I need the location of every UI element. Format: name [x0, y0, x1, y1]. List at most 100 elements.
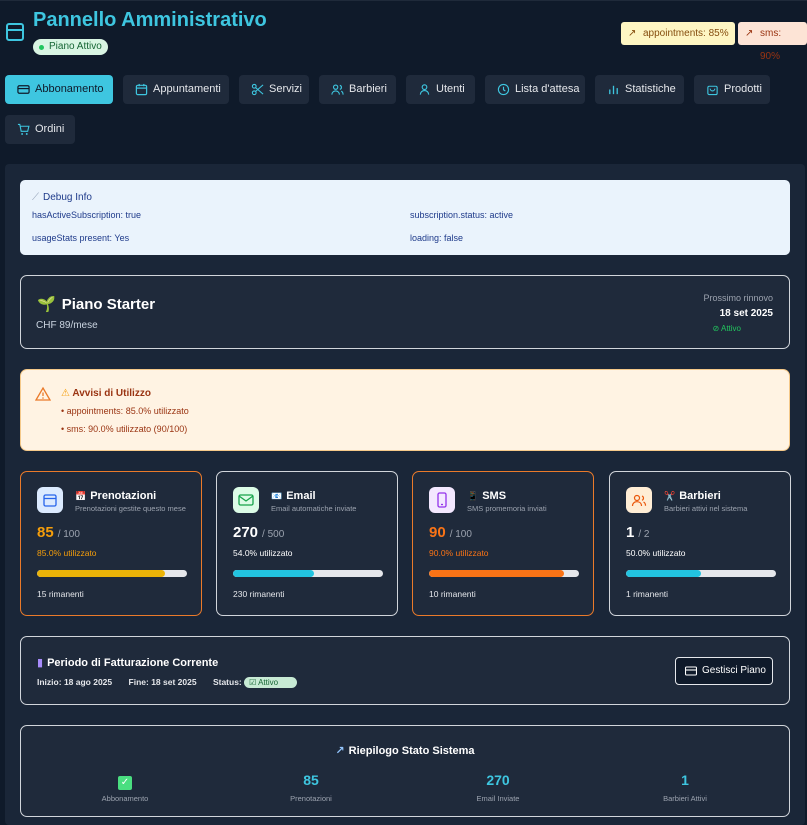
summary-title: ↗ Riepilogo Stato Sistema — [335, 745, 475, 757]
calendar-icon — [37, 487, 63, 513]
plan-status-badge: Piano Attivo — [33, 39, 108, 55]
calendar-icon — [135, 83, 148, 96]
usage-percent: 85.0% utilizzato — [37, 548, 97, 558]
cart-icon — [17, 123, 30, 135]
usage-progress-bar — [37, 570, 187, 577]
usage-card-email: 📧 Email Email automatiche inviate 270/ 50… — [216, 471, 398, 616]
phone-emoji-icon: 📱 — [467, 491, 479, 501]
usage-subtitle: Email automatiche inviate — [271, 504, 357, 513]
users-icon — [331, 84, 344, 95]
sprout-icon: 🌱 — [37, 296, 56, 313]
email-emoji-icon: 📧 — [271, 491, 283, 501]
usage-progress-fill — [626, 570, 701, 577]
usage-subtitle: Prenotazioni gestite questo mese — [75, 504, 186, 513]
tab-statistiche[interactable]: Statistiche — [595, 75, 684, 104]
header: Pannello Amministrativo Piano Attivo ↗ a… — [0, 0, 807, 62]
chart-emoji-icon: ▮ — [37, 657, 44, 669]
card-icon — [685, 666, 697, 676]
debug-item: subscription.status: active — [410, 210, 514, 220]
usage-title: 📅 Prenotazioni — [75, 490, 157, 502]
usage-percent: 90.0% utilizzato — [429, 548, 489, 558]
usage-value: 85/ 100 — [37, 524, 80, 541]
trending-up-icon: ↗ — [628, 28, 637, 39]
usage-subtitle: SMS promemoria inviati — [467, 504, 547, 513]
usage-remaining: 230 rimanenti — [233, 589, 285, 599]
tab-label: Lista d'attesa — [515, 83, 580, 95]
alert-line: • appointments: 85.0% utilizzato — [61, 406, 189, 416]
usage-card-sms: 📱 SMS SMS promemoria inviati 90/ 100 90.0… — [412, 471, 594, 616]
usage-remaining: 10 rimanenti — [429, 589, 476, 599]
tab-label: Abbonamento — [35, 83, 104, 95]
tab-label: Statistiche — [625, 83, 676, 95]
billing-title: ▮ Periodo di Fatturazione Corrente — [37, 657, 219, 669]
calendar-emoji-icon: 📅 — [75, 491, 87, 501]
debug-item: usageStats present: Yes — [32, 233, 130, 243]
tab-prodotti[interactable]: Prodotti — [694, 75, 770, 104]
tab-label: Barbieri — [349, 83, 387, 95]
alert-title: ⚠ Avvisi di Utilizzo — [61, 388, 151, 399]
appointments-warning-pill: ↗ appointments: 85% — [621, 22, 735, 45]
summary-item-prenotazioni: 85 Prenotazioni — [290, 772, 332, 803]
plan-price: CHF 89/mese — [36, 320, 98, 331]
usage-title: ✂️ Barbieri — [664, 490, 721, 502]
debug-item: hasActiveSubscription: true — [32, 210, 142, 220]
renewal-label: Prossimo rinnovo — [703, 293, 773, 303]
billing-status-badge: ☑ Attivo — [244, 677, 298, 688]
usage-subtitle: Barbieri attivi nel sistema — [664, 504, 748, 513]
usage-progress-fill — [37, 570, 165, 577]
usage-value: 90/ 100 — [429, 524, 472, 541]
debug-info-box: ⟋ Debug Info hasActiveSubscription: true … — [20, 180, 790, 255]
warning-icon — [35, 386, 51, 401]
alert-line: • sms: 90.0% utilizzato (90/100) — [61, 424, 188, 434]
scissors-emoji-icon: ✂️ — [664, 491, 676, 501]
plan-card: 🌱 Piano Starter CHF 89/mese Prossimo rinn… — [20, 275, 790, 349]
mail-icon — [233, 487, 259, 513]
trend-chart-icon: ↗ — [335, 745, 345, 757]
tab-label: Servizi — [269, 83, 303, 95]
usage-progress-fill — [429, 570, 564, 577]
check-icon: ✓ — [118, 776, 132, 790]
user-icon — [419, 84, 430, 95]
tab-abbonamento[interactable]: Abbonamento — [5, 75, 113, 104]
trending-up-icon: ↗ — [745, 28, 754, 39]
summary-item-abbonamento: ✓ Abbonamento — [101, 776, 149, 803]
usage-title: 📧 Email — [271, 490, 316, 502]
usage-card-prenotazioni: 📅 Prenotazioni Prenotazioni gestite quest… — [20, 471, 202, 616]
tab-barbieri[interactable]: Barbieri — [319, 75, 396, 104]
tab-utenti[interactable]: Utenti — [406, 75, 475, 104]
usage-progress-bar — [429, 570, 579, 577]
wrench-icon: ⟋ — [32, 192, 39, 203]
sms-warning-pill: ↗ sms: 90% — [738, 22, 807, 62]
billing-details: Inizio: 18 ago 2025 Fine: 18 set 2025 St… — [37, 677, 311, 688]
scissors-icon — [251, 83, 264, 96]
manage-plan-button[interactable]: Gestisci Piano — [675, 657, 773, 685]
card-icon — [17, 85, 30, 94]
usage-percent: 50.0% utilizzato — [626, 548, 686, 558]
system-summary-card: ↗ Riepilogo Stato Sistema ✓ Abbonamento 8… — [20, 725, 790, 817]
tab-label: Appuntamenti — [153, 83, 221, 95]
usage-percent: 54.0% utilizzato — [233, 548, 293, 558]
usage-value: 1/ 2 — [626, 524, 650, 541]
phone-icon — [429, 487, 455, 513]
usage-remaining: 15 rimanenti — [37, 589, 84, 599]
debug-item: loading: false — [410, 233, 464, 243]
clock-icon — [497, 83, 510, 96]
check-circle-icon: ⊘ — [712, 324, 720, 333]
tab-appuntamenti[interactable]: Appuntamenti — [123, 75, 229, 104]
tab-lista-attesa[interactable]: Lista d'attesa — [485, 75, 585, 104]
usage-progress-fill — [233, 570, 314, 577]
billing-period-card: ▮ Periodo di Fatturazione Corrente Inizio… — [20, 636, 790, 705]
usage-title: 📱 SMS — [467, 490, 507, 502]
tab-label: Utenti — [436, 83, 465, 95]
usage-progress-bar — [233, 570, 383, 577]
usage-value: 270/ 500 — [233, 524, 285, 541]
bag-icon — [707, 85, 718, 96]
usage-progress-bar — [626, 570, 776, 577]
renewal-date: 18 set 2025 — [719, 308, 773, 319]
debug-title: ⟋ Debug Info — [32, 192, 92, 203]
layout-icon — [6, 23, 24, 41]
tab-ordini[interactable]: Ordini — [5, 115, 75, 144]
summary-item-email: 270 Email Inviate — [476, 772, 520, 803]
tab-label: Ordini — [35, 123, 65, 135]
tab-servizi[interactable]: Servizi — [239, 75, 309, 104]
